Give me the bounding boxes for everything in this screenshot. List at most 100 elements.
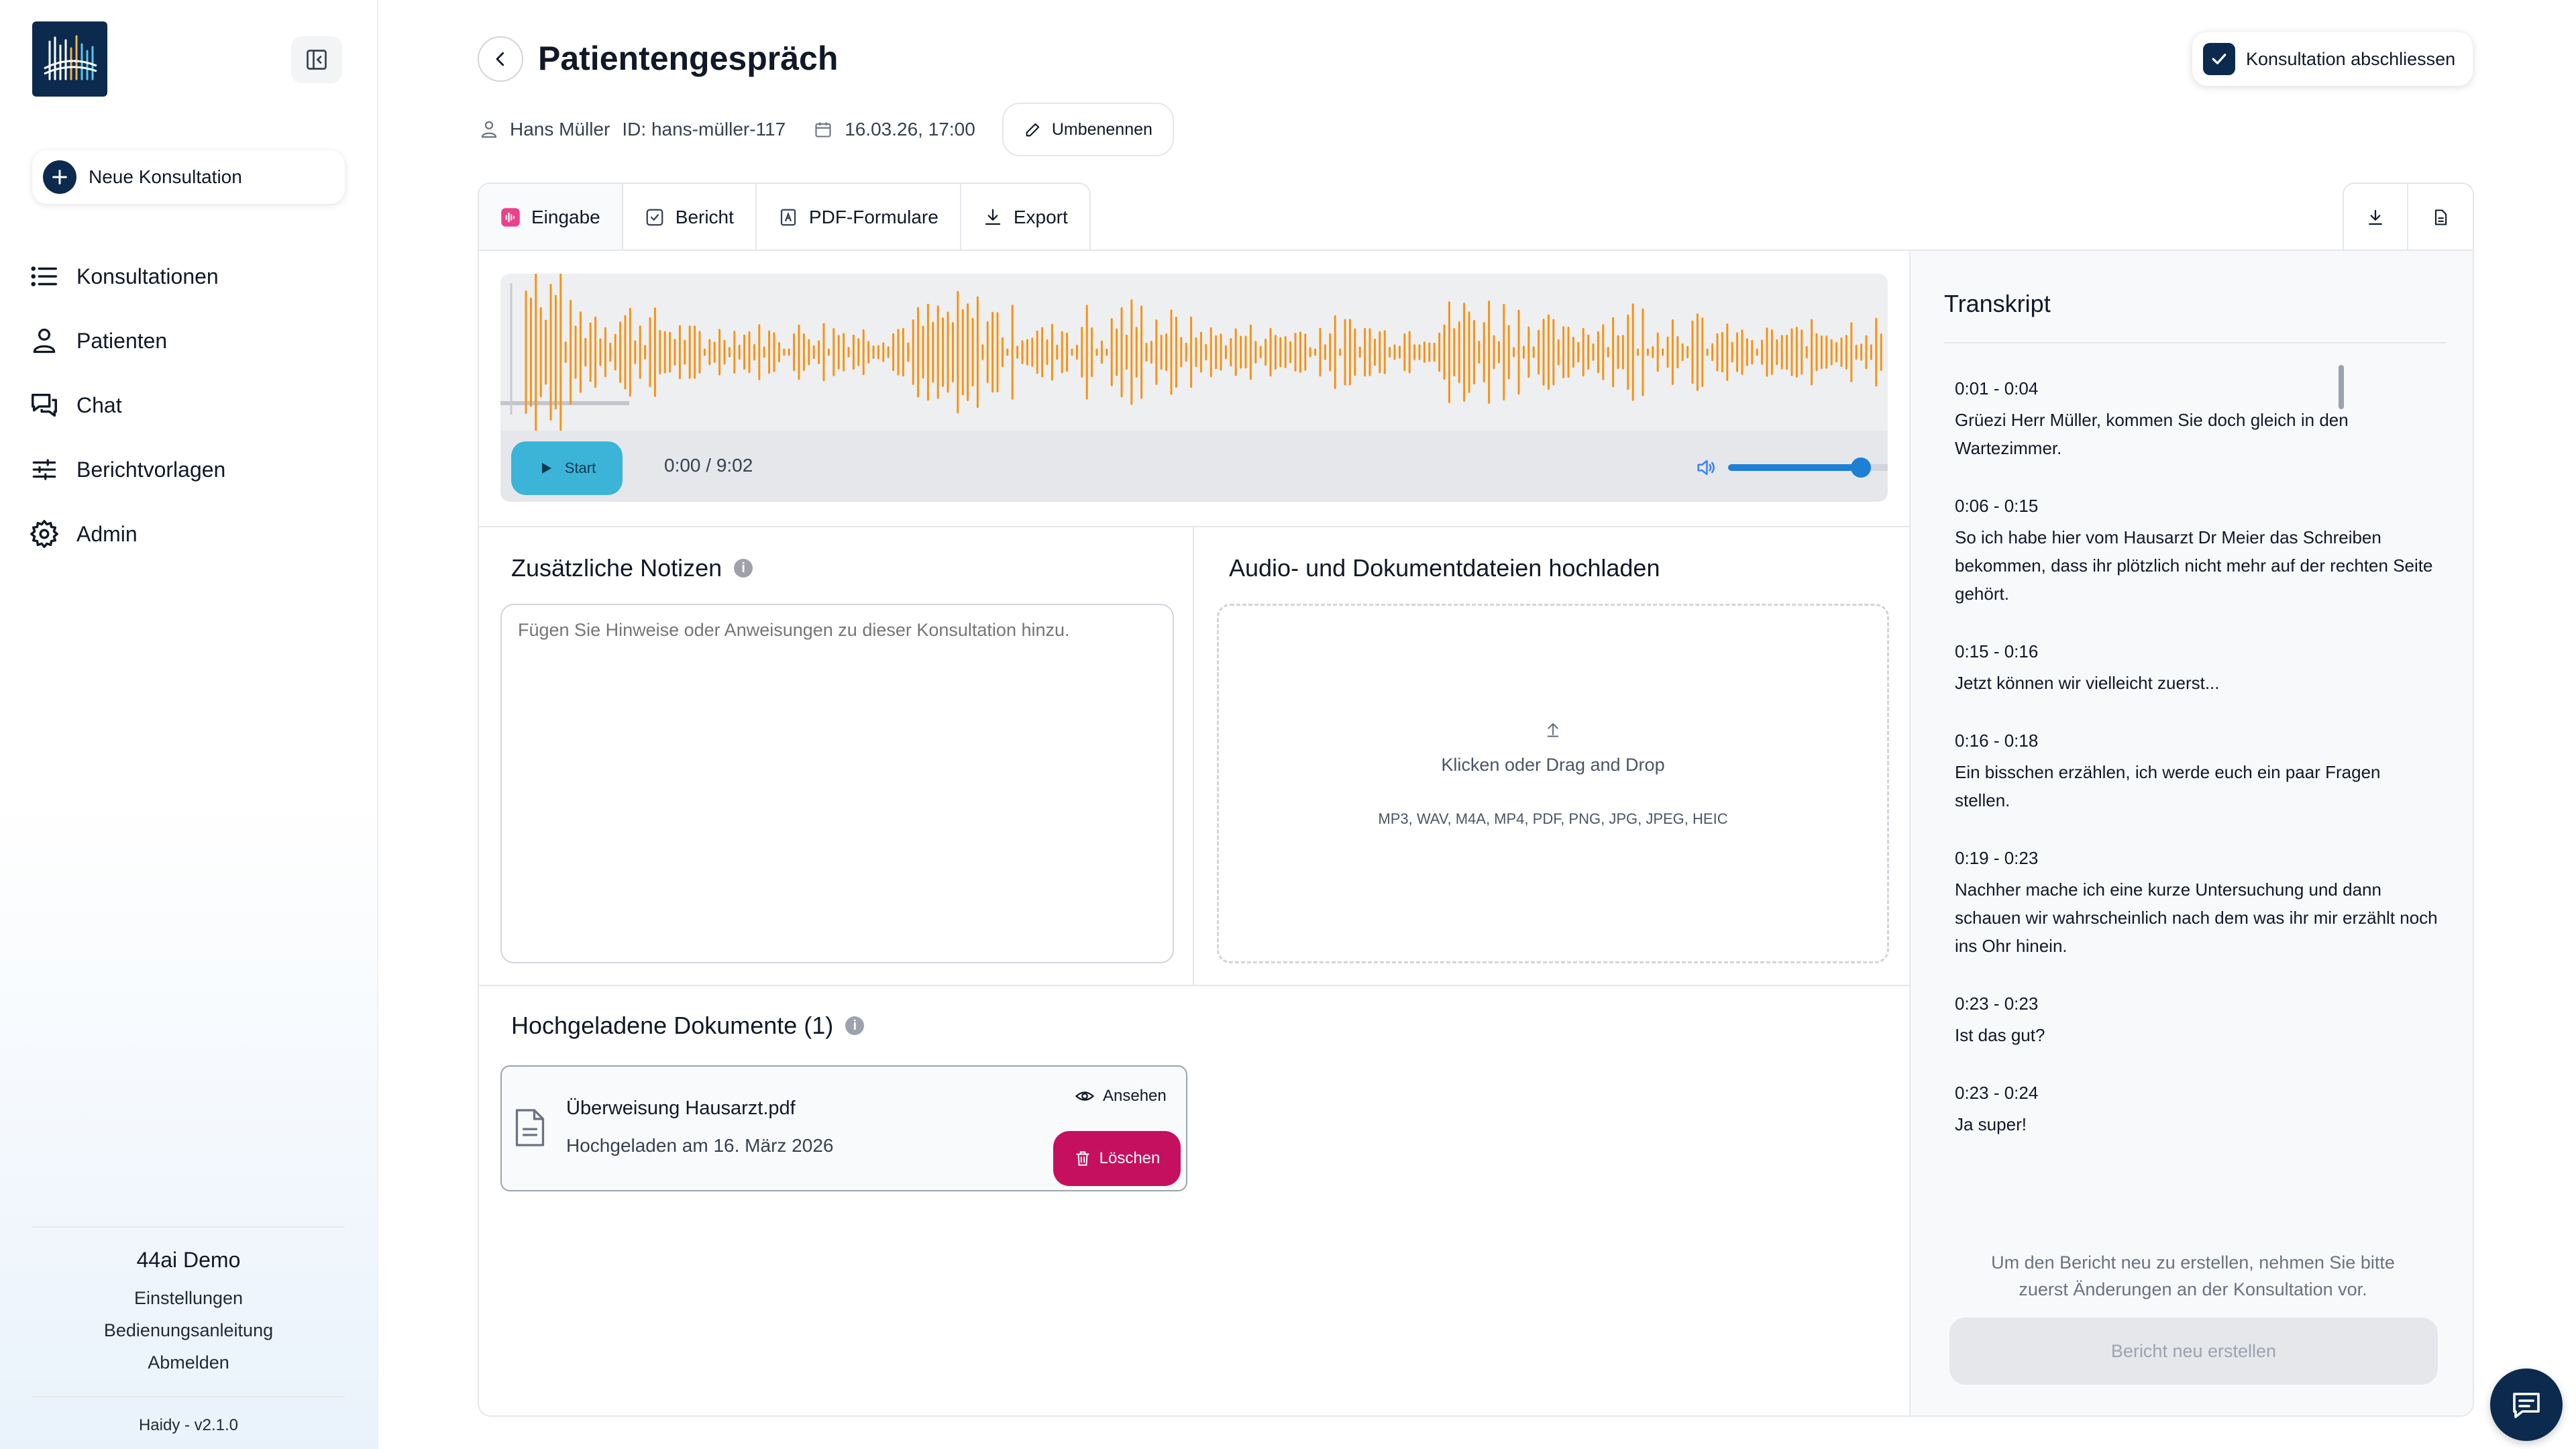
tab-report[interactable]: Bericht <box>623 184 757 251</box>
audio-controls: Start 0:00 / 9:02 <box>500 431 1888 502</box>
play-button[interactable]: Start <box>511 441 623 495</box>
sidebar-item-admin[interactable]: Admin <box>27 502 225 566</box>
waveform[interactable] <box>500 274 1888 431</box>
input-area: Start 0:00 / 9:02 Zusätzliche Notizen i … <box>479 251 1909 1415</box>
volume-slider[interactable] <box>1728 458 1888 478</box>
support-chat-button[interactable] <box>2490 1368 2563 1441</box>
checkbox-icon <box>645 207 665 227</box>
consultation-datetime: 16.03.26, 17:00 <box>845 119 975 140</box>
sidebar: Neue Konsultation Konsultationen Patient… <box>0 0 378 1449</box>
info-icon[interactable]: i <box>845 1016 865 1035</box>
volume-icon[interactable] <box>1695 456 1717 479</box>
entry-text: Ist das gut? <box>1955 1025 2045 1045</box>
view-document-button[interactable]: Ansehen <box>1063 1077 1179 1115</box>
sidebar-item-chat[interactable]: Chat <box>27 373 225 437</box>
transcript-title: Transkript <box>1944 290 2051 317</box>
entry-time: 0:19 - 0:23 <box>1955 848 2039 868</box>
tab-label: Bericht <box>675 207 734 227</box>
upload-icon <box>1548 722 1558 737</box>
delete-document-button[interactable]: Löschen <box>1053 1131 1181 1186</box>
patient-icon <box>479 118 502 141</box>
tab-tools <box>2343 182 2474 251</box>
play-icon <box>541 463 551 474</box>
transcript-entry: 0:23 - 0:24 Ja super! <box>1955 1083 2438 1138</box>
chevron-left-icon <box>496 52 504 66</box>
new-consultation-label: Neue Konsultation <box>89 166 242 187</box>
upload-heading: Audio- und Dokumentdateien hochladen <box>1229 554 1660 582</box>
entry-text: Ein bisschen erzählen, ich werde euch ei… <box>1955 762 2381 810</box>
volume-fill <box>1728 464 1862 471</box>
consultation-panel: Start 0:00 / 9:02 Zusätzliche Notizen i … <box>478 250 2474 1417</box>
sidebar-item-label: Berichtvorlagen <box>76 457 226 482</box>
entry-text: Jetzt können wir vielleicht zuerst... <box>1955 673 2220 693</box>
sidebar-item-patients[interactable]: Patienten <box>27 309 225 373</box>
entry-time: 0:01 - 0:04 <box>1955 378 2039 398</box>
tab-label: Export <box>1013 207 1068 227</box>
app-logo[interactable] <box>32 21 107 97</box>
entry-time: 0:23 - 0:24 <box>1955 1083 2039 1103</box>
page-title: Patientengespräch <box>538 40 839 77</box>
volume-handle[interactable] <box>1851 458 1872 478</box>
tab-export[interactable]: Export <box>961 184 1089 251</box>
settings-link[interactable]: Einstellungen <box>32 1282 345 1314</box>
patient-id: ID: hans-müller-117 <box>622 119 786 140</box>
transcript-list[interactable]: 0:01 - 0:04 Grüezi Herr Müller, kommen Si… <box>1955 378 2438 1331</box>
sidebar-item-label: Chat <box>76 392 122 417</box>
documents-heading: Hochgeladene Dokumente (1) i <box>511 1012 865 1040</box>
entry-text: Ja super! <box>1955 1114 2027 1134</box>
back-button[interactable] <box>478 36 523 82</box>
rename-button[interactable]: Umbenennen <box>1002 103 1174 156</box>
pdf-icon <box>778 207 798 227</box>
transcript-scrollbar[interactable] <box>2339 365 2344 409</box>
finish-consultation-label: Konsultation abschliessen <box>2246 48 2456 69</box>
new-consultation-button[interactable]: Neue Konsultation <box>32 150 345 204</box>
entry-time: 0:15 - 0:16 <box>1955 641 2039 661</box>
collapse-sidebar-button[interactable] <box>291 36 342 83</box>
entry-text: So ich habe hier vom Hausarzt Dr Meier d… <box>1955 527 2433 604</box>
notes-title: Zusätzliche Notizen <box>511 554 722 582</box>
audio-player: Start 0:00 / 9:02 <box>500 274 1888 502</box>
notes-textarea[interactable] <box>500 604 1174 963</box>
finish-consultation-button[interactable]: Konsultation abschliessen <box>2192 32 2473 86</box>
document-icon <box>2434 209 2447 225</box>
transcript-entry: 0:01 - 0:04 Grüezi Herr Müller, kommen Si… <box>1955 378 2438 462</box>
view-label: Ansehen <box>1103 1087 1167 1105</box>
tab-pdf-forms[interactable]: PDF-Formulare <box>757 184 961 251</box>
regenerate-report-button[interactable]: Bericht neu erstellen <box>1949 1318 2438 1385</box>
documents-title: Hochgeladene Dokumente (1) <box>511 1012 834 1039</box>
list-icon <box>27 259 62 294</box>
rename-label: Umbenennen <box>1051 119 1152 139</box>
sidebar-item-templates[interactable]: Berichtvorlagen <box>27 437 225 502</box>
chat-icon <box>2513 1393 2540 1418</box>
document-button[interactable] <box>2408 184 2473 251</box>
edit-icon <box>1026 123 1040 137</box>
user-icon <box>27 323 62 358</box>
sidebar-item-label: Patienten <box>76 328 168 353</box>
checkbox-checked-icon <box>2203 43 2235 75</box>
info-icon[interactable]: i <box>734 559 753 578</box>
download-icon <box>2369 209 2382 225</box>
tab-label: PDF-Formulare <box>808 207 938 227</box>
waveform-badge-icon <box>500 207 521 227</box>
upload-title: Audio- und Dokumentdateien hochladen <box>1229 554 1660 582</box>
download-button[interactable] <box>2344 184 2408 251</box>
file-dropzone[interactable]: Klicken oder Drag and Drop MP3, WAV, M4A… <box>1217 604 1889 963</box>
file-icon <box>513 1107 547 1148</box>
app-version: Haidy - v2.1.0 <box>32 1396 345 1435</box>
delete-label: Löschen <box>1099 1149 1161 1167</box>
transcript-entry: 0:23 - 0:23 Ist das gut? <box>1955 994 2438 1049</box>
download-icon <box>983 207 1003 227</box>
manual-link[interactable]: Bedienungsanleitung <box>32 1314 345 1346</box>
logout-link[interactable]: Abmelden <box>32 1346 345 1379</box>
sidebar-item-consultations[interactable]: Konsultationen <box>27 244 225 309</box>
document-name: Überweisung Hausarzt.pdf <box>566 1097 796 1119</box>
notes-heading: Zusätzliche Notizen i <box>511 554 753 582</box>
chat-bubbles-icon <box>27 388 62 423</box>
transcript-entry: 0:06 - 0:15 So ich habe hier vom Hausarzt… <box>1955 496 2438 608</box>
sidebar-footer: 44ai Demo Einstellungen Bedienungsanleit… <box>32 1226 345 1435</box>
tab-label: Eingabe <box>531 207 600 227</box>
tab-input[interactable]: Eingabe <box>479 184 623 251</box>
consultation-meta: Hans Müller ID: hans-müller-117 16.03.26… <box>479 103 1174 156</box>
sidebar-toggle-icon <box>307 50 327 70</box>
gear-icon <box>27 517 62 551</box>
